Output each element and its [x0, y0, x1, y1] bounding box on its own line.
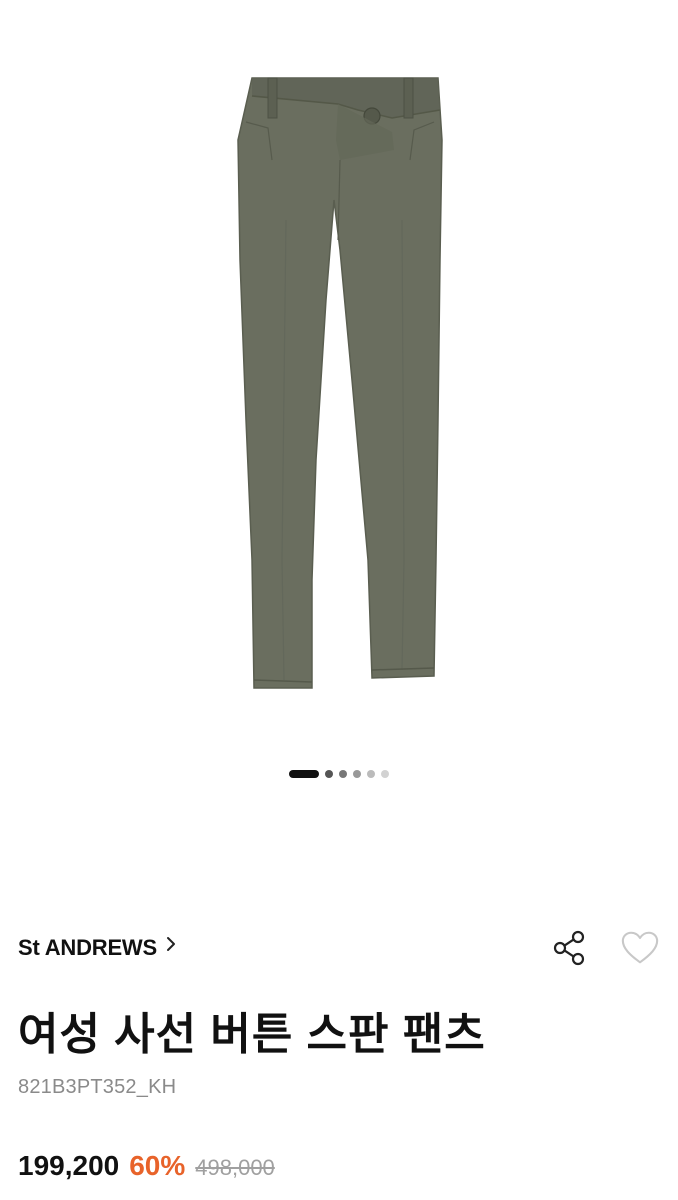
product-actions — [550, 928, 660, 968]
gallery-pagination[interactable] — [0, 770, 678, 778]
share-button[interactable] — [550, 928, 590, 968]
chevron-right-icon — [165, 935, 177, 959]
sale-price: 199,200 — [18, 1150, 120, 1181]
pagination-dot[interactable] — [367, 770, 375, 778]
brand-row: St ANDREWS — [18, 928, 660, 968]
heart-icon — [621, 931, 659, 964]
wishlist-button[interactable] — [620, 928, 660, 968]
product-image — [237, 77, 443, 689]
pagination-dot[interactable] — [381, 770, 389, 778]
pagination-dot[interactable] — [325, 770, 333, 778]
brand-name: St ANDREWS — [18, 935, 157, 960]
pagination-dot[interactable] — [353, 770, 361, 778]
product-image-gallery[interactable] — [0, 0, 678, 720]
share-icon — [553, 930, 585, 966]
original-price: 498,000 — [195, 1155, 275, 1180]
pagination-dot[interactable] — [339, 770, 347, 778]
product-sku: 821B3PT352_KH — [18, 1076, 177, 1098]
price-row: 199,200 60% 498,000 — [18, 1150, 275, 1182]
pagination-dot-active[interactable] — [289, 770, 319, 778]
brand-link[interactable]: St ANDREWS — [18, 935, 177, 961]
product-title: 여성 사선 버튼 스판 팬츠 — [18, 1010, 486, 1059]
discount-rate: 60% — [129, 1150, 186, 1181]
